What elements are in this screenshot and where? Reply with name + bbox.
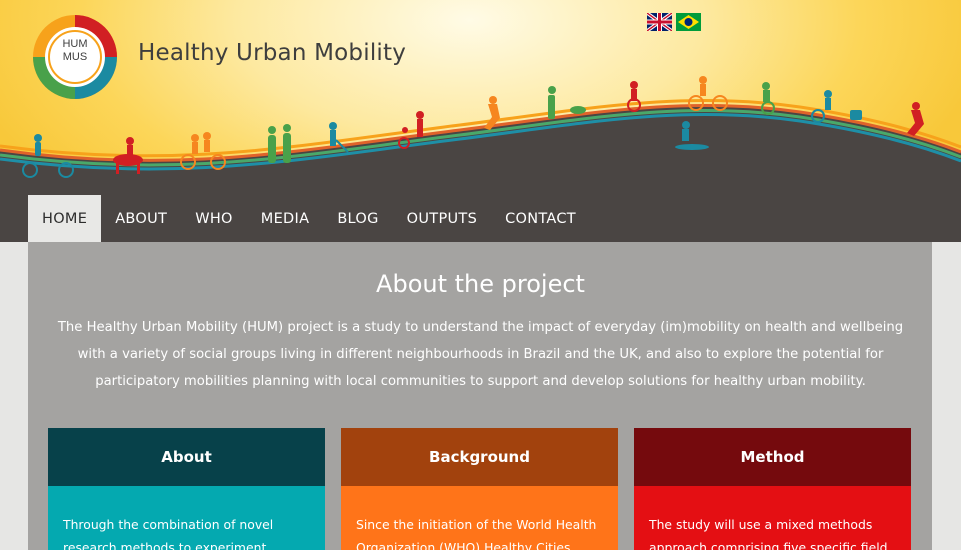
nav-item-media[interactable]: MEDIA: [247, 195, 324, 242]
nav-item-who[interactable]: WHO: [181, 195, 247, 242]
header-banner: HUM MUS Healthy Urban Mobility HOME ABOU…: [0, 0, 961, 242]
card-title[interactable]: Method: [634, 428, 911, 486]
method-card[interactable]: Method The study will use a mixed method…: [634, 428, 911, 550]
card-title[interactable]: About: [48, 428, 325, 486]
nav-item-home[interactable]: HOME: [28, 195, 102, 242]
brazil-flag-icon[interactable]: [676, 13, 701, 31]
logo-text-line1: HUM: [62, 38, 88, 50]
background-card[interactable]: Background Since the initiation of the W…: [341, 428, 618, 550]
nav-item-contact[interactable]: CONTACT: [491, 195, 590, 242]
card-text: Since the initiation of the World Health…: [341, 486, 618, 550]
runner-figure: [907, 102, 924, 136]
nav-item-outputs[interactable]: OUTPUTS: [393, 195, 491, 242]
intro-paragraph: The Healthy Urban Mobility (HUM) project…: [57, 320, 904, 389]
card-text: Through the combination of novel researc…: [48, 486, 325, 550]
logo-text-line2: MUS: [62, 51, 88, 63]
page-title: About the project: [376, 270, 585, 298]
language-switcher: [647, 13, 701, 31]
nav-item-blog[interactable]: BLOG: [323, 195, 392, 242]
site-title[interactable]: Healthy Urban Mobility: [138, 40, 406, 66]
about-card[interactable]: About Through the combination of novel r…: [48, 428, 325, 550]
uk-flag-icon[interactable]: [647, 13, 672, 31]
cyclist-figure: [627, 81, 641, 112]
nav-item-about[interactable]: ABOUT: [101, 195, 181, 242]
logo-text: HUM MUS: [30, 38, 120, 64]
main-navigation: HOME ABOUT WHO MEDIA BLOG OUTPUTS CONTAC…: [28, 195, 590, 242]
card-title[interactable]: Background: [341, 428, 618, 486]
card-text: The study will use a mixed methods appro…: [634, 486, 911, 550]
